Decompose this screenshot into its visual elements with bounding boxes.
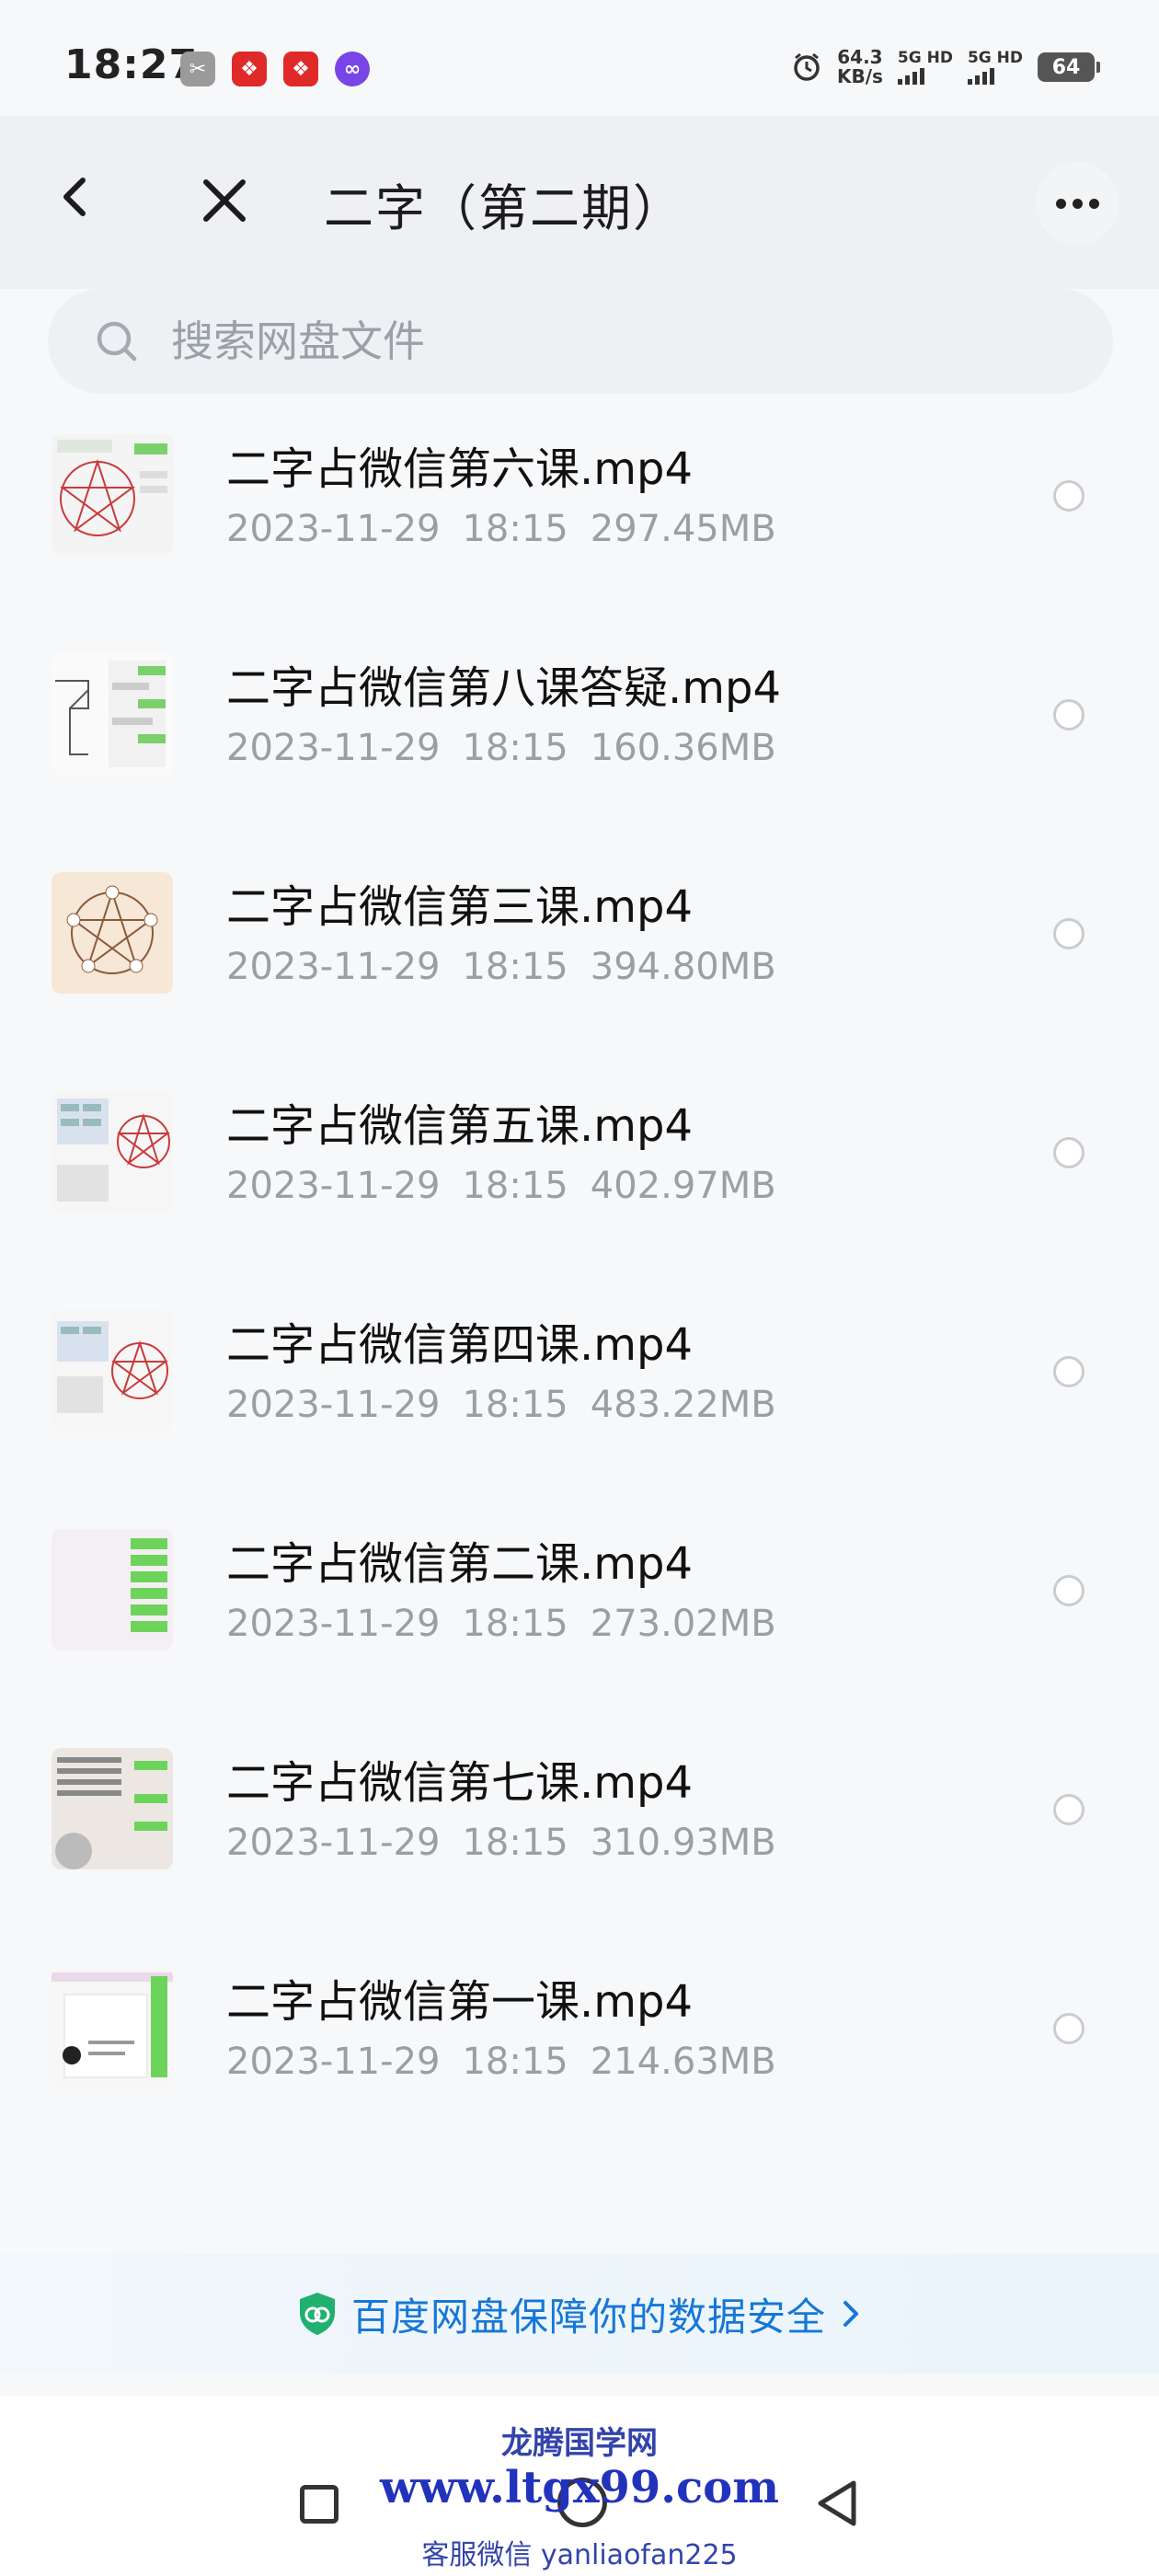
chevron-right-icon	[843, 2301, 858, 2327]
more-dots-icon[interactable]	[1036, 162, 1119, 245]
sim1-signal: 5G HD	[897, 49, 953, 85]
file-date: 2023-11-29	[226, 1603, 441, 1645]
file-row[interactable]: 二字占微信第四课.mp4 2023-11-29 18:15 483.22MB	[0, 1281, 1159, 1500]
video-thumbnail	[52, 653, 173, 775]
file-date: 2023-11-29	[226, 508, 441, 550]
video-thumbnail	[52, 1529, 173, 1650]
file-time: 18:15	[462, 1165, 568, 1207]
file-size: 402.97MB	[590, 1165, 776, 1207]
file-row[interactable]: 二字占微信第三课.mp4 2023-11-29 18:15 394.80MB	[0, 843, 1159, 1062]
select-radio[interactable]	[1053, 1794, 1084, 1825]
search-icon	[97, 321, 137, 362]
alarm-icon	[794, 52, 820, 81]
file-date: 2023-11-29	[226, 1165, 441, 1207]
file-meta: 2023-11-29 18:15 160.36MB	[226, 727, 798, 769]
file-name: 二字占微信第八课答疑.mp4	[226, 662, 782, 714]
select-radio[interactable]	[1053, 699, 1084, 730]
select-radio[interactable]	[1053, 1356, 1084, 1387]
sim2-label: 5G HD	[967, 49, 1023, 67]
page-title: 二字（第二期）	[324, 179, 684, 237]
file-name: 二字占微信第二课.mp4	[226, 1538, 694, 1590]
file-size: 273.02MB	[590, 1603, 776, 1645]
sim1-label: 5G HD	[897, 49, 953, 67]
select-radio[interactable]	[1053, 1137, 1084, 1168]
file-time: 18:15	[462, 727, 568, 769]
signal-bars-icon	[897, 66, 924, 85]
file-meta: 2023-11-29 18:15 310.93MB	[226, 1822, 798, 1864]
file-size: 310.93MB	[590, 1822, 776, 1864]
file-date: 2023-11-29	[226, 1384, 441, 1426]
watermark-line-2: www.ltgx99.com	[380, 2462, 779, 2513]
file-size: 394.80MB	[590, 946, 776, 988]
video-thumbnail	[52, 1310, 173, 1432]
watermark-line-1: 龙腾国学网	[501, 2425, 658, 2462]
file-name: 二字占微信第一课.mp4	[226, 1976, 694, 2028]
network-speed-unit: KB/s	[836, 65, 883, 87]
select-radio[interactable]	[1053, 1575, 1084, 1606]
watermark-line-3: 客服微信 yanliaofan225	[421, 2539, 738, 2571]
file-time: 18:15	[462, 508, 568, 550]
network-speed: 64.3 KB/s	[837, 48, 883, 86]
close-icon[interactable]	[191, 167, 258, 234]
file-date: 2023-11-29	[226, 727, 441, 769]
pinduoduo-app-icon: ❖	[232, 52, 267, 86]
status-indicators: 64.3 KB/s 5G HD 5G HD 64	[791, 48, 1100, 86]
security-banner-text: 百度网盘保障你的数据安全	[350, 2294, 826, 2340]
video-thumbnail	[52, 434, 173, 556]
status-time: 18:27	[64, 41, 199, 88]
file-name: 二字占微信第四课.mp4	[226, 1319, 694, 1371]
file-meta: 2023-11-29 18:15 297.45MB	[226, 508, 798, 550]
video-thumbnail	[52, 872, 173, 994]
status-app-icons: ✂ ❖ ❖ ∞	[180, 52, 370, 86]
search-bar[interactable]	[48, 289, 1113, 394]
file-name: 二字占微信第五课.mp4	[226, 1100, 694, 1152]
security-banner[interactable]: 百度网盘保障你的数据安全	[0, 2254, 1159, 2374]
select-radio[interactable]	[1053, 480, 1084, 512]
file-row[interactable]: 二字占微信第六课.mp4 2023-11-29 18:15 297.45MB	[0, 405, 1159, 624]
status-bar: 18:27 ✂ ❖ ❖ ∞ 64.3 KB/s 5G HD 5G HD 64	[0, 0, 1159, 116]
file-name: 二字占微信第三课.mp4	[226, 881, 694, 933]
link-app-icon: ∞	[335, 52, 370, 86]
select-radio[interactable]	[1053, 2013, 1084, 2044]
file-row[interactable]: 二字占微信第二课.mp4 2023-11-29 18:15 273.02MB	[0, 1500, 1159, 1719]
file-size: 483.22MB	[590, 1384, 776, 1426]
header-bar: 二字（第二期）	[0, 116, 1159, 289]
file-time: 18:15	[462, 1822, 568, 1864]
file-meta: 2023-11-29 18:15 214.63MB	[226, 2041, 798, 2083]
shield-icon	[299, 2293, 335, 2335]
file-time: 18:15	[462, 2041, 568, 2083]
battery-icon: 64	[1038, 52, 1100, 82]
file-size: 297.45MB	[590, 508, 776, 550]
video-thumbnail	[52, 1748, 173, 1869]
select-radio[interactable]	[1053, 918, 1084, 949]
file-date: 2023-11-29	[226, 1822, 441, 1864]
file-meta: 2023-11-29 18:15 394.80MB	[226, 946, 798, 988]
file-size: 160.36MB	[590, 727, 776, 769]
file-meta: 2023-11-29 18:15 483.22MB	[226, 1384, 798, 1426]
file-time: 18:15	[462, 1384, 568, 1426]
file-date: 2023-11-29	[226, 946, 441, 988]
battery-level: 64	[1051, 55, 1081, 79]
file-row[interactable]: 二字占微信第一课.mp4 2023-11-29 18:15 214.63MB	[0, 1938, 1159, 2156]
file-date: 2023-11-29	[226, 2041, 441, 2083]
video-thumbnail	[52, 1091, 173, 1213]
file-meta: 2023-11-29 18:15 402.97MB	[226, 1165, 798, 1207]
pinduoduo-app-icon-2: ❖	[283, 52, 318, 86]
file-time: 18:15	[462, 1603, 568, 1645]
scissors-app-icon: ✂	[180, 52, 215, 86]
search-input[interactable]	[171, 289, 999, 394]
file-size: 214.63MB	[590, 2041, 776, 2083]
file-row[interactable]: 二字占微信第五课.mp4 2023-11-29 18:15 402.97MB	[0, 1062, 1159, 1281]
signal-bars-icon	[967, 66, 994, 85]
file-name: 二字占微信第六课.mp4	[226, 443, 694, 495]
file-time: 18:15	[462, 946, 568, 988]
file-name: 二字占微信第七课.mp4	[226, 1757, 694, 1809]
file-meta: 2023-11-29 18:15 273.02MB	[226, 1603, 798, 1645]
file-row[interactable]: 二字占微信第七课.mp4 2023-11-29 18:15 310.93MB	[0, 1719, 1159, 1938]
video-thumbnail	[52, 1967, 173, 2088]
sim2-signal: 5G HD	[967, 49, 1023, 85]
file-row[interactable]: 二字占微信第八课答疑.mp4 2023-11-29 18:15 160.36MB	[0, 624, 1159, 843]
network-speed-value: 64.3	[837, 46, 883, 68]
chevron-left-icon[interactable]	[46, 167, 105, 226]
